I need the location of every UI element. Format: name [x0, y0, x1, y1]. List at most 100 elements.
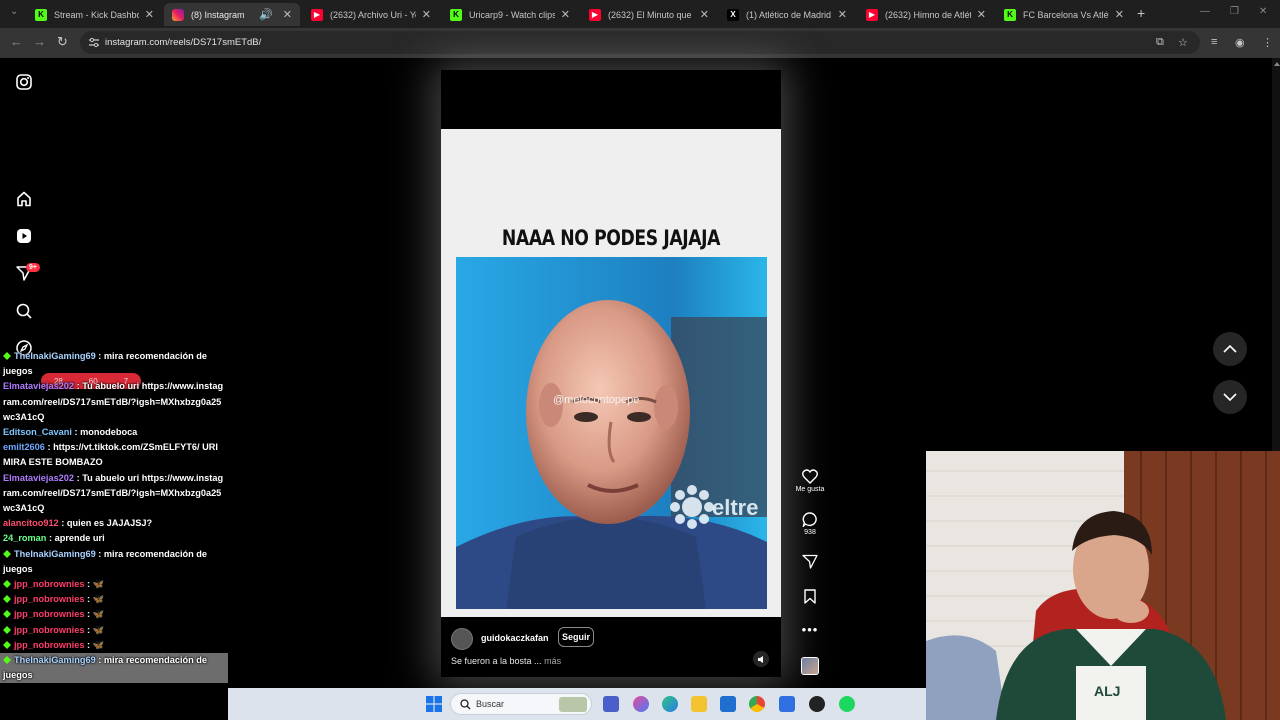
close-tab-icon[interactable]: ✕ — [561, 8, 570, 21]
close-tab-icon[interactable]: ✕ — [977, 8, 986, 21]
chat-text: : 🦋 — [87, 594, 105, 605]
windows-start-icon[interactable] — [426, 696, 442, 712]
chat-username[interactable]: alancitoo912 — [3, 518, 59, 528]
more-link[interactable]: más — [544, 656, 561, 666]
reel-overlay-text: NAAA NO PODES JAJAJA — [501, 226, 721, 250]
taskbar-outlook-icon[interactable] — [779, 696, 795, 712]
elderly-man-video-frame: eltre — [456, 257, 767, 609]
close-tab-icon[interactable]: ✕ — [700, 8, 709, 21]
close-tab-icon[interactable]: ✕ — [838, 8, 847, 21]
close-tab-icon[interactable]: ✕ — [422, 8, 431, 21]
chat-message: emilt2606 : https://vt.tiktok.com/ZSmELF… — [0, 440, 228, 470]
chat-username[interactable]: Editson_Cavani — [3, 427, 72, 437]
speaker-icon[interactable]: 🔊 — [259, 8, 273, 21]
next-reel-button[interactable] — [1213, 380, 1247, 414]
chat-text: : 🦋 — [87, 639, 105, 650]
taskbar-edge-icon[interactable] — [662, 696, 678, 712]
chat-username[interactable]: jpp_nobrownies — [14, 609, 84, 619]
tab-kick-dashboard[interactable]: K Stream - Kick Dashboard ✕ — [27, 3, 162, 26]
chat-username[interactable]: jpp_nobrownies — [14, 594, 84, 604]
taskbar-search[interactable]: Buscar — [450, 693, 592, 715]
screen: ⌄ K Stream - Kick Dashboard ✕ (8) Instag… — [0, 0, 1280, 720]
chat-text: : quien es JAJAJSJ? — [61, 518, 153, 529]
reel-player[interactable]: NAAA NO PODES JAJAJA eltre @melocontopep… — [441, 70, 781, 677]
avatar[interactable] — [451, 628, 473, 650]
chat-message: TheInakiGaming69 : mira recomendación de… — [0, 653, 228, 684]
reload-icon[interactable]: ↻ — [57, 34, 68, 50]
previous-reel-button[interactable] — [1213, 332, 1247, 366]
tab-x-atletico[interactable]: X (1) Atlético de Madrid on ✕ — [719, 3, 855, 26]
badge-icon — [3, 610, 11, 619]
instagram-logo-icon[interactable] — [15, 73, 33, 91]
chat-username[interactable]: TheInakiGaming69 — [14, 655, 96, 665]
save-button[interactable] — [790, 589, 830, 606]
comment-button[interactable]: 938 — [790, 512, 830, 536]
youtube-icon: ▶ — [866, 8, 878, 21]
youtube-icon: ▶ — [589, 8, 601, 21]
media-controls-icon[interactable]: ≡ — [1211, 36, 1217, 48]
new-tab-button[interactable]: + — [1137, 5, 1145, 21]
search-icon[interactable] — [15, 302, 33, 320]
reel-video-frame[interactable]: NAAA NO PODES JAJAJA eltre @melocontopep… — [441, 129, 781, 617]
chat-message: 24_roman : aprende uri — [0, 531, 228, 546]
taskbar-store-icon[interactable] — [720, 696, 736, 712]
address-bar[interactable]: instagram.com/reels/DS717smETdB/ — [80, 31, 1200, 54]
tab-youtube-minuto[interactable]: ▶ (2632) El Minuto que DES ✕ — [581, 3, 717, 26]
minimize-icon[interactable]: — — [1200, 6, 1210, 17]
chat-username[interactable]: Elmataviejas202 — [3, 381, 74, 391]
chat-username[interactable]: emilt2606 — [3, 442, 45, 452]
tab-search-icon[interactable]: ⌄ — [10, 6, 18, 17]
chat-message: alancitoo912 : quien es JAJAJSJ? — [0, 516, 228, 531]
site-info-icon[interactable] — [88, 37, 100, 48]
close-tab-icon[interactable]: ✕ — [145, 8, 154, 21]
speaker-icon — [757, 655, 763, 663]
audio-thumbnail[interactable] — [801, 657, 819, 675]
chat-username[interactable]: Elmataviejas202 — [3, 473, 74, 483]
like-button[interactable]: Me gusta — [790, 469, 830, 493]
profile-icon[interactable]: ◉ — [1235, 36, 1245, 49]
back-icon[interactable]: ← — [10, 34, 23, 49]
reel-caption[interactable]: Se fueron a la bosta ... más — [451, 656, 561, 666]
install-app-icon[interactable]: ⧉ — [1156, 36, 1164, 49]
restore-icon[interactable]: ❐ — [1230, 6, 1239, 17]
chat-username[interactable]: jpp_nobrownies — [14, 579, 84, 589]
taskbar-file-explorer-icon[interactable] — [691, 696, 707, 712]
chat-message: Elmataviejas202 : Tu abuelo uri https://… — [0, 471, 228, 517]
taskbar-chrome-icon[interactable] — [749, 696, 765, 712]
chat-username[interactable]: TheInakiGaming69 — [14, 549, 96, 559]
taskbar-obs-icon[interactable] — [809, 696, 825, 712]
taskbar-spotify-icon[interactable] — [839, 696, 855, 712]
chat-username[interactable]: TheInakiGaming69 — [14, 351, 96, 361]
chat-username[interactable]: jpp_nobrownies — [14, 640, 84, 650]
reel-username[interactable]: guidokaczkafan — [481, 633, 549, 643]
tab-youtube-himno[interactable]: ▶ (2632) Himno de Atlético ✕ — [858, 3, 994, 26]
tab-kick-barcelona[interactable]: K FC Barcelona Vs Atlético ✕ — [996, 3, 1132, 26]
badge-icon — [3, 549, 11, 558]
mute-button[interactable] — [753, 651, 769, 667]
bookmark-star-icon[interactable]: ☆ — [1178, 36, 1188, 49]
close-tab-icon[interactable]: ✕ — [1115, 8, 1124, 21]
tab-kick-clips[interactable]: K Uricarp9 - Watch clips on ✕ — [442, 3, 578, 26]
instagram-icon — [172, 8, 184, 21]
close-tab-icon[interactable]: ✕ — [283, 8, 292, 21]
chat-username[interactable]: jpp_nobrownies — [14, 625, 84, 635]
follow-button[interactable]: Seguir — [558, 627, 594, 647]
tab-title: (2632) Archivo Uri - YouTu — [330, 9, 416, 20]
tab-youtube-archivo[interactable]: ▶ (2632) Archivo Uri - YouTu ✕ — [303, 3, 439, 26]
close-window-icon[interactable]: ✕ — [1259, 6, 1267, 17]
reel-caption-text: Se fueron a la bosta ... — [451, 656, 542, 666]
taskbar-copilot-icon[interactable] — [633, 696, 649, 712]
reel-info-bar: guidokaczkafan Seguir Se fueron a la bos… — [441, 617, 781, 677]
taskbar-task-view-icon[interactable] — [603, 696, 619, 712]
more-options-icon[interactable]: ••• — [790, 622, 830, 637]
tab-instagram[interactable]: (8) Instagram 🔊 ✕ — [164, 3, 300, 26]
reels-icon[interactable] — [15, 227, 33, 245]
chat-username[interactable]: 24_roman — [3, 533, 46, 543]
tab-title: (2632) Himno de Atlético — [885, 9, 971, 20]
share-button[interactable] — [790, 554, 830, 571]
home-icon[interactable] — [15, 190, 33, 208]
chat-text: : aprende uri — [48, 533, 105, 544]
menu-kebab-icon[interactable]: ⋮ — [1262, 36, 1273, 49]
scroll-up-arrow-icon[interactable] — [1274, 62, 1280, 66]
forward-icon[interactable]: → — [33, 34, 46, 49]
